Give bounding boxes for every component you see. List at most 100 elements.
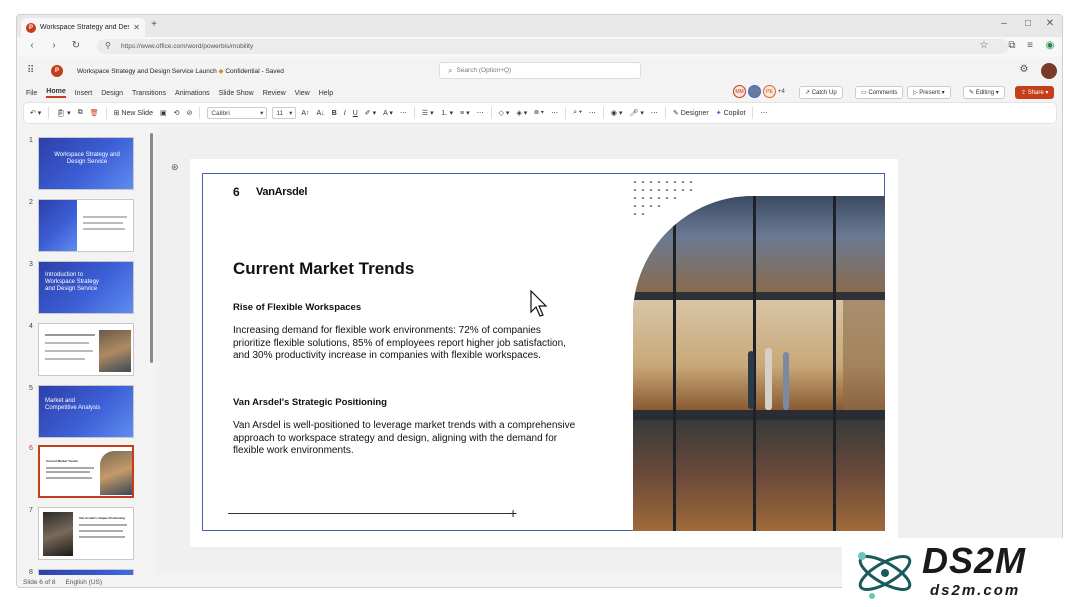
editing-mode-button[interactable]: ✎ Editing ▾ (963, 86, 1005, 99)
menu-transitions[interactable]: Transitions (132, 90, 166, 97)
thumbnail-slide-3[interactable]: Introduction to Workspace Strategy and D… (38, 261, 134, 314)
favorite-star-icon[interactable]: ☆ (977, 41, 991, 51)
split-view-icon[interactable]: ⧉ (1005, 41, 1019, 51)
search-box[interactable]: ⌕ Search (Option+Q) (439, 62, 641, 79)
user-avatar[interactable] (1041, 63, 1057, 79)
menu-view[interactable]: View (295, 90, 310, 97)
refresh-icon[interactable]: ↻ (69, 41, 83, 51)
thumb-title: Current Market Trends (46, 459, 79, 463)
menu-file[interactable]: File (26, 90, 37, 97)
slide-title[interactable]: Current Market Trends (233, 259, 414, 279)
app-launcher-icon[interactable]: ⠿ (27, 65, 34, 76)
close-window-icon[interactable]: ✕ (1043, 19, 1057, 29)
catch-up-icon: ↗ (805, 90, 811, 96)
highlight-icon[interactable]: ✐ ▾ (365, 109, 376, 117)
section-body[interactable]: Increasing demand for flexible work envi… (233, 325, 581, 363)
new-slide-button[interactable]: ⊞ New Slide (114, 109, 153, 118)
copy-icon[interactable]: ⧉ (78, 109, 83, 117)
url-input[interactable]: ⚲ https://www.office.com/word/powerbis/m… (97, 39, 1009, 54)
more-icon[interactable]: ⋯ (760, 109, 767, 117)
align-icon[interactable]: ≡ ▾ (460, 109, 470, 117)
minimize-icon[interactable]: – (997, 19, 1011, 29)
extensions-icon[interactable]: ◉ (1043, 41, 1057, 51)
dictate-icon[interactable]: 🎤︎ ▾ (630, 109, 644, 117)
maximize-icon[interactable]: □ (1021, 19, 1035, 29)
thumb-number: 4 (29, 323, 33, 330)
menu-design[interactable]: Design (101, 90, 123, 97)
back-icon[interactable]: ‹ (25, 41, 39, 51)
italic-icon[interactable]: I (344, 110, 346, 117)
menu-animations[interactable]: Animations (175, 90, 210, 97)
font-size-select[interactable]: 11 ▾ (272, 107, 297, 119)
menu-insert[interactable]: Insert (75, 90, 93, 97)
new-tab-icon[interactable]: + (147, 20, 161, 30)
bold-icon[interactable]: B (332, 110, 337, 117)
more-icon[interactable]: ⋯ (651, 109, 658, 117)
office-building-photo[interactable] (633, 196, 885, 531)
copilot-button[interactable]: ✦ Copilot (716, 109, 746, 118)
forward-icon[interactable]: › (47, 41, 61, 51)
thumbnail-slide-2[interactable] (38, 199, 134, 252)
thumbnail-slide-6[interactable]: Current Market Trends (38, 445, 134, 498)
paste-icon[interactable]: 📋︎ ▾ (56, 109, 70, 117)
powerpoint-icon: P (26, 22, 36, 33)
chevron-down-icon[interactable]: ▾ (942, 89, 945, 96)
section-heading[interactable]: Van Arsdel's Strategic Positioning (233, 397, 387, 408)
comments-button[interactable]: ▭ Comments (855, 86, 904, 99)
site-info-icon[interactable]: ⚲ (105, 41, 111, 50)
avatar[interactable]: PE (763, 85, 776, 98)
copilot-slide-icon[interactable]: ⊛ (171, 162, 179, 173)
menu-home[interactable]: Home (46, 88, 66, 98)
reset-icon[interactable]: ⟲ (174, 109, 180, 117)
sensitivity-label-icon[interactable]: ◉ ▾ (611, 109, 623, 117)
powerpoint-logo-icon: P (51, 65, 63, 77)
share-button[interactable]: ⇪ Share ▾ (1015, 86, 1055, 99)
url-text: https://www.office.com/word/powerbis/mob… (121, 43, 254, 50)
avatar[interactable] (748, 85, 761, 98)
layout-icon[interactable]: ▣ (160, 109, 167, 117)
thumbnail-slide-5[interactable]: Market and Competitive Analysis (38, 385, 134, 438)
present-button[interactable]: ▷ Present ▾ (907, 86, 951, 99)
more-icon[interactable]: ⋯ (477, 109, 484, 117)
thumb-title: Market and Competitive Analysis (45, 398, 101, 411)
thumbnail-slide-1[interactable]: Workspace Strategy and Design Service (38, 137, 134, 190)
more-icon[interactable]: ⋯ (551, 109, 558, 117)
menu-slide-show[interactable]: Slide Show (219, 90, 254, 97)
thumbnail-scrollbar[interactable] (150, 133, 153, 363)
bullets-icon[interactable]: ☰ ▾ (422, 109, 434, 117)
hide-slide-icon[interactable]: ⊘ (186, 109, 192, 117)
thumb-number: 6 (29, 445, 33, 452)
browser-tab[interactable]: P Workspace Strategy and Des... ✕ (21, 18, 145, 37)
section-body[interactable]: Van Arsdel is well-positioned to leverag… (233, 420, 581, 458)
thumbnail-slide-7[interactable]: Van Arsdel's Unique Positioning (38, 507, 134, 560)
slide-thumbnails-pane: 1 Workspace Strategy and Design Service … (17, 127, 155, 575)
favorites-icon[interactable]: ≡ (1023, 41, 1037, 51)
increase-font-icon[interactable]: A↑ (301, 110, 309, 117)
thumb-number: 1 (29, 137, 33, 144)
close-tab-icon[interactable]: ✕ (133, 23, 140, 32)
numbering-icon[interactable]: ⒈ ▾ (441, 108, 453, 118)
catch-up-button[interactable]: ↗ Catch Up (799, 86, 843, 99)
document-title[interactable]: Workspace Strategy and Design Service La… (77, 67, 284, 75)
delete-slide-icon[interactable]: 🗑︎ (90, 109, 99, 117)
underline-icon[interactable]: U (353, 110, 358, 117)
more-icon[interactable]: ⋯ (589, 109, 596, 117)
avatar[interactable]: MM (733, 85, 746, 98)
settings-gear-icon[interactable]: ⚙ (1017, 65, 1031, 75)
section-heading[interactable]: Rise of Flexible Workspaces (233, 302, 361, 313)
menu-help[interactable]: Help (319, 90, 333, 97)
undo-icon[interactable]: ↶ ▾ (30, 109, 41, 117)
font-family-select[interactable]: Calibri ▾ (207, 107, 268, 119)
designer-button[interactable]: ✎ Designer (673, 109, 709, 118)
thumbnail-slide-4[interactable] (38, 323, 134, 376)
shape-fill-icon[interactable]: ◈ ▾ (516, 109, 527, 117)
share-icon: ⇪ (1021, 90, 1027, 96)
find-icon[interactable]: ⌕ ▾ (573, 109, 582, 117)
decrease-font-icon[interactable]: A↓ (317, 110, 325, 117)
menu-review[interactable]: Review (263, 90, 286, 97)
shapes-icon[interactable]: ◇ ▾ (499, 109, 510, 117)
language-indicator[interactable]: English (US) (66, 579, 102, 586)
arrange-icon[interactable]: ⧈ ▾ (534, 109, 544, 117)
more-icon[interactable]: ⋯ (400, 109, 407, 117)
font-color-icon[interactable]: A ▾ (383, 109, 393, 117)
